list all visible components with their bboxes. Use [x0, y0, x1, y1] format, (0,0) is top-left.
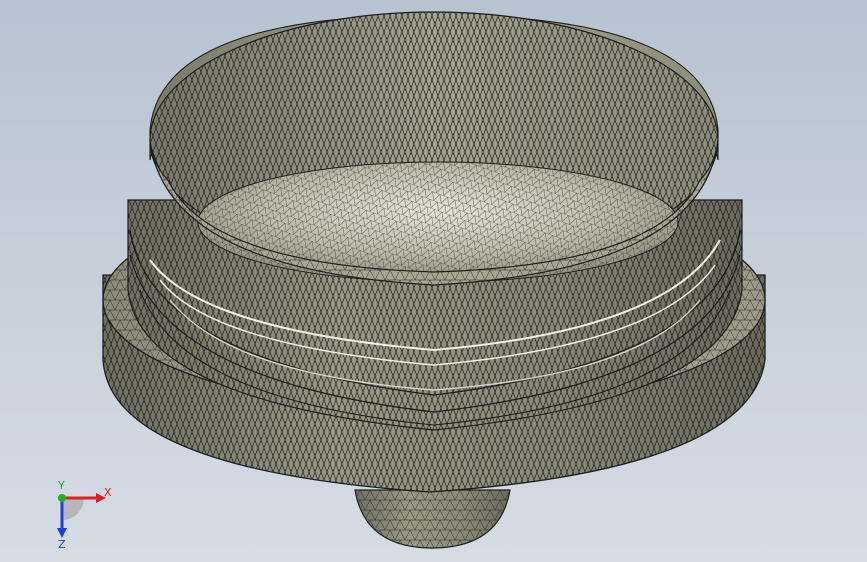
bottom-dome	[354, 489, 511, 549]
graphics-viewport[interactable]: X Y Z	[0, 0, 867, 562]
x-axis-label: X	[104, 486, 112, 499]
y-axis-label: Y	[57, 480, 65, 492]
z-axis-arrowhead	[57, 528, 67, 538]
z-axis-label: Z	[58, 538, 66, 550]
triad-plane-icon	[62, 498, 84, 520]
mesh-model[interactable]	[0, 0, 867, 562]
inner-dome-floor	[197, 161, 679, 283]
y-axis-point	[58, 494, 66, 502]
coordinate-triad: X Y Z	[57, 480, 112, 550]
